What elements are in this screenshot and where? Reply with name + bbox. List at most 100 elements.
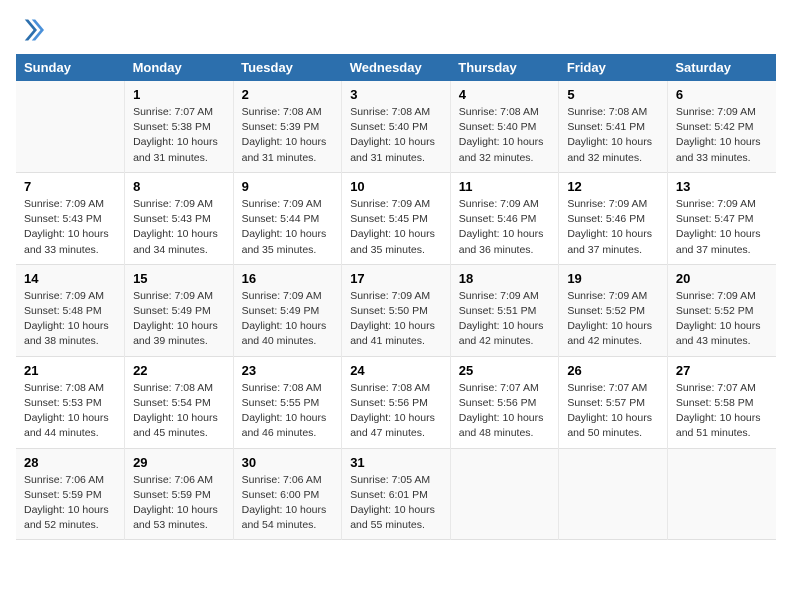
cell-content: Sunrise: 7:09 AMSunset: 5:47 PMDaylight:… — [676, 197, 768, 258]
cell-content: Sunrise: 7:09 AMSunset: 5:49 PMDaylight:… — [242, 289, 334, 350]
calendar-cell: 11 Sunrise: 7:09 AMSunset: 5:46 PMDayligh… — [450, 172, 559, 264]
day-number: 15 — [133, 271, 225, 286]
cell-content: Sunrise: 7:08 AMSunset: 5:40 PMDaylight:… — [459, 105, 551, 166]
calendar-table: SundayMondayTuesdayWednesdayThursdayFrid… — [16, 54, 776, 540]
day-number: 10 — [350, 179, 442, 194]
calendar-cell: 8 Sunrise: 7:09 AMSunset: 5:43 PMDaylight… — [125, 172, 234, 264]
day-number: 18 — [459, 271, 551, 286]
cell-content: Sunrise: 7:09 AMSunset: 5:48 PMDaylight:… — [24, 289, 116, 350]
calendar-cell: 22 Sunrise: 7:08 AMSunset: 5:54 PMDayligh… — [125, 356, 234, 448]
day-number: 1 — [133, 87, 225, 102]
week-row-3: 21 Sunrise: 7:08 AMSunset: 5:53 PMDayligh… — [16, 356, 776, 448]
header — [16, 16, 776, 44]
day-number: 23 — [242, 363, 334, 378]
calendar-cell: 3 Sunrise: 7:08 AMSunset: 5:40 PMDaylight… — [342, 81, 451, 172]
week-row-0: 1 Sunrise: 7:07 AMSunset: 5:38 PMDaylight… — [16, 81, 776, 172]
cell-content: Sunrise: 7:09 AMSunset: 5:52 PMDaylight:… — [567, 289, 659, 350]
calendar-cell: 13 Sunrise: 7:09 AMSunset: 5:47 PMDayligh… — [667, 172, 776, 264]
calendar-cell: 2 Sunrise: 7:08 AMSunset: 5:39 PMDaylight… — [233, 81, 342, 172]
calendar-cell: 31Sunrise: 7:05 AMSunset: 6:01 PMDayligh… — [342, 448, 451, 540]
header-row: SundayMondayTuesdayWednesdayThursdayFrid… — [16, 54, 776, 81]
calendar-header: SundayMondayTuesdayWednesdayThursdayFrid… — [16, 54, 776, 81]
cell-content: Sunrise: 7:08 AMSunset: 5:55 PMDaylight:… — [242, 381, 334, 442]
cell-content: Sunrise: 7:09 AMSunset: 5:46 PMDaylight:… — [567, 197, 659, 258]
cell-content: Sunrise: 7:08 AMSunset: 5:53 PMDaylight:… — [24, 381, 116, 442]
day-number: 21 — [24, 363, 116, 378]
calendar-cell: 19 Sunrise: 7:09 AMSunset: 5:52 PMDayligh… — [559, 264, 668, 356]
day-number: 26 — [567, 363, 659, 378]
calendar-cell: 12 Sunrise: 7:09 AMSunset: 5:46 PMDayligh… — [559, 172, 668, 264]
calendar-cell: 16 Sunrise: 7:09 AMSunset: 5:49 PMDayligh… — [233, 264, 342, 356]
cell-content: Sunrise: 7:08 AMSunset: 5:54 PMDaylight:… — [133, 381, 225, 442]
calendar-cell: 24 Sunrise: 7:08 AMSunset: 5:56 PMDayligh… — [342, 356, 451, 448]
calendar-cell: 28 Sunrise: 7:06 AMSunset: 5:59 PMDayligh… — [16, 448, 125, 540]
day-number: 14 — [24, 271, 116, 286]
day-number: 5 — [567, 87, 659, 102]
day-number: 13 — [676, 179, 768, 194]
cell-content: Sunrise: 7:09 AMSunset: 5:43 PMDaylight:… — [133, 197, 225, 258]
header-cell-monday: Monday — [125, 54, 234, 81]
header-cell-saturday: Saturday — [667, 54, 776, 81]
day-number: 16 — [242, 271, 334, 286]
day-number: 29 — [133, 455, 225, 470]
calendar-cell: 20 Sunrise: 7:09 AMSunset: 5:52 PMDayligh… — [667, 264, 776, 356]
day-number: 19 — [567, 271, 659, 286]
week-row-2: 14 Sunrise: 7:09 AMSunset: 5:48 PMDayligh… — [16, 264, 776, 356]
calendar-cell: 14 Sunrise: 7:09 AMSunset: 5:48 PMDayligh… — [16, 264, 125, 356]
week-row-4: 28 Sunrise: 7:06 AMSunset: 5:59 PMDayligh… — [16, 448, 776, 540]
cell-content: Sunrise: 7:09 AMSunset: 5:46 PMDaylight:… — [459, 197, 551, 258]
calendar-cell: 5 Sunrise: 7:08 AMSunset: 5:41 PMDaylight… — [559, 81, 668, 172]
cell-content: Sunrise: 7:08 AMSunset: 5:40 PMDaylight:… — [350, 105, 442, 166]
cell-content: Sunrise: 7:09 AMSunset: 5:50 PMDaylight:… — [350, 289, 442, 350]
day-number: 31 — [350, 455, 442, 470]
logo-icon — [16, 16, 44, 44]
cell-content: Sunrise: 7:06 AMSunset: 6:00 PMDaylight:… — [242, 473, 334, 534]
cell-content: Sunrise: 7:09 AMSunset: 5:51 PMDaylight:… — [459, 289, 551, 350]
cell-content: Sunrise: 7:07 AMSunset: 5:56 PMDaylight:… — [459, 381, 551, 442]
day-number: 24 — [350, 363, 442, 378]
calendar-cell: 23 Sunrise: 7:08 AMSunset: 5:55 PMDayligh… — [233, 356, 342, 448]
cell-content: Sunrise: 7:09 AMSunset: 5:42 PMDaylight:… — [676, 105, 768, 166]
day-number: 30 — [242, 455, 334, 470]
day-number: 7 — [24, 179, 116, 194]
day-number: 9 — [242, 179, 334, 194]
day-number: 27 — [676, 363, 768, 378]
cell-content: Sunrise: 7:08 AMSunset: 5:39 PMDaylight:… — [242, 105, 334, 166]
cell-content: Sunrise: 7:08 AMSunset: 5:56 PMDaylight:… — [350, 381, 442, 442]
day-number: 22 — [133, 363, 225, 378]
calendar-cell — [559, 448, 668, 540]
day-number: 3 — [350, 87, 442, 102]
calendar-cell — [450, 448, 559, 540]
calendar-cell: 27Sunrise: 7:07 AMSunset: 5:58 PMDayligh… — [667, 356, 776, 448]
calendar-cell: 21 Sunrise: 7:08 AMSunset: 5:53 PMDayligh… — [16, 356, 125, 448]
calendar-body: 1 Sunrise: 7:07 AMSunset: 5:38 PMDaylight… — [16, 81, 776, 540]
day-number: 20 — [676, 271, 768, 286]
cell-content: Sunrise: 7:06 AMSunset: 5:59 PMDaylight:… — [24, 473, 116, 534]
header-cell-wednesday: Wednesday — [342, 54, 451, 81]
day-number: 11 — [459, 179, 551, 194]
calendar-cell — [16, 81, 125, 172]
cell-content: Sunrise: 7:07 AMSunset: 5:57 PMDaylight:… — [567, 381, 659, 442]
cell-content: Sunrise: 7:07 AMSunset: 5:38 PMDaylight:… — [133, 105, 225, 166]
calendar-cell: 26 Sunrise: 7:07 AMSunset: 5:57 PMDayligh… — [559, 356, 668, 448]
calendar-cell: 30 Sunrise: 7:06 AMSunset: 6:00 PMDayligh… — [233, 448, 342, 540]
day-number: 2 — [242, 87, 334, 102]
day-number: 28 — [24, 455, 116, 470]
cell-content: Sunrise: 7:09 AMSunset: 5:52 PMDaylight:… — [676, 289, 768, 350]
calendar-cell: 15Sunrise: 7:09 AMSunset: 5:49 PMDayligh… — [125, 264, 234, 356]
header-cell-thursday: Thursday — [450, 54, 559, 81]
cell-content: Sunrise: 7:09 AMSunset: 5:45 PMDaylight:… — [350, 197, 442, 258]
day-number: 8 — [133, 179, 225, 194]
day-number: 6 — [676, 87, 768, 102]
calendar-cell: 7Sunrise: 7:09 AMSunset: 5:43 PMDaylight… — [16, 172, 125, 264]
day-number: 17 — [350, 271, 442, 286]
day-number: 12 — [567, 179, 659, 194]
cell-content: Sunrise: 7:09 AMSunset: 5:44 PMDaylight:… — [242, 197, 334, 258]
header-cell-friday: Friday — [559, 54, 668, 81]
header-cell-tuesday: Tuesday — [233, 54, 342, 81]
cell-content: Sunrise: 7:08 AMSunset: 5:41 PMDaylight:… — [567, 105, 659, 166]
calendar-cell: 9 Sunrise: 7:09 AMSunset: 5:44 PMDaylight… — [233, 172, 342, 264]
calendar-cell: 1 Sunrise: 7:07 AMSunset: 5:38 PMDaylight… — [125, 81, 234, 172]
week-row-1: 7 Sunrise: 7:09 AMSunset: 5:43 PMDaylight… — [16, 172, 776, 264]
calendar-cell: 18 Sunrise: 7:09 AMSunset: 5:51 PMDayligh… — [450, 264, 559, 356]
